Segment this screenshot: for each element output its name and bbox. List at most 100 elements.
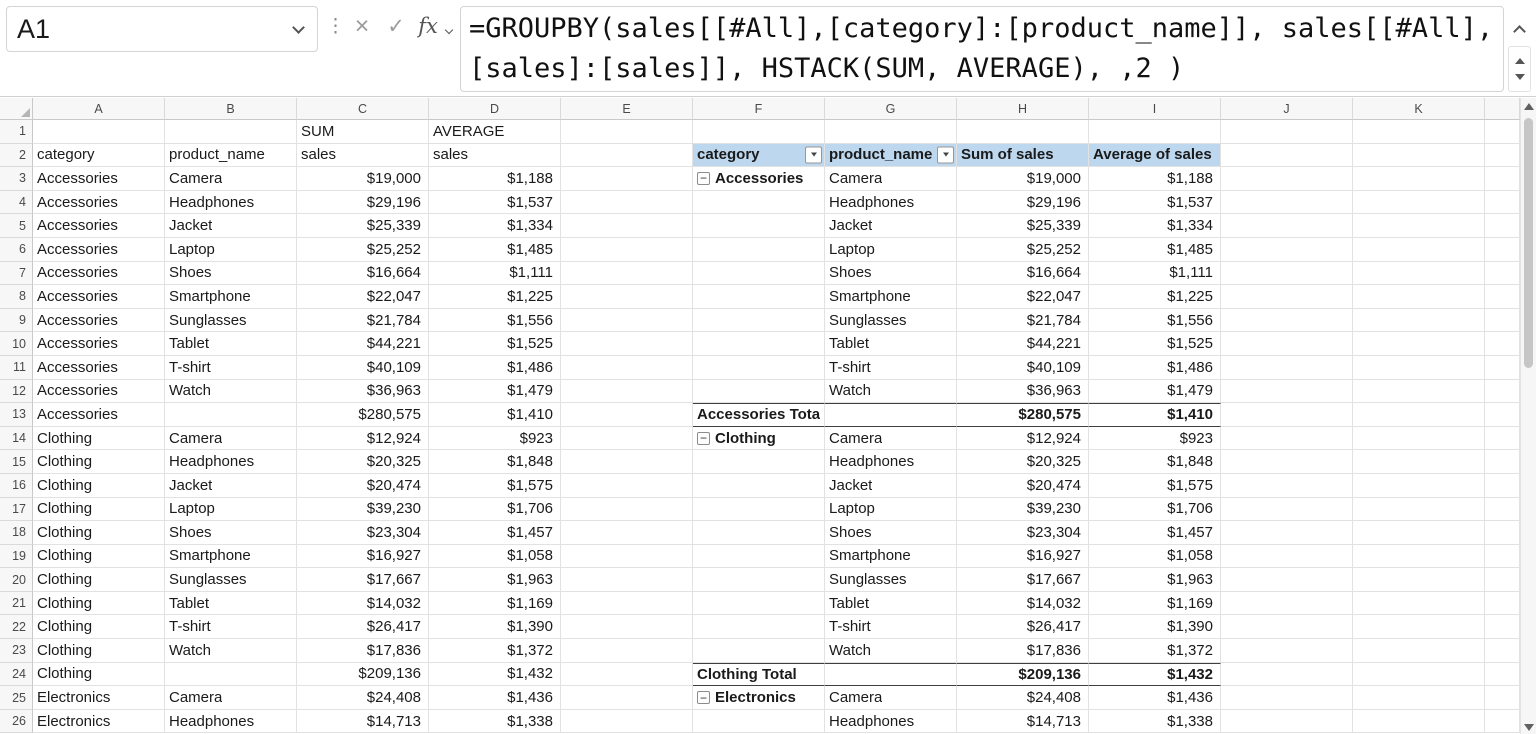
cell-D19[interactable]: $1,058 — [429, 545, 561, 569]
cell-partial-4[interactable] — [1485, 191, 1520, 215]
cell-J14[interactable] — [1221, 427, 1353, 451]
cell-B22[interactable]: T-shirt — [165, 615, 297, 639]
cell-partial-8[interactable] — [1485, 285, 1520, 309]
cell-D22[interactable]: $1,390 — [429, 615, 561, 639]
cell-J18[interactable] — [1221, 521, 1353, 545]
cell-E16[interactable] — [561, 474, 693, 498]
cell-B4[interactable]: Headphones — [165, 191, 297, 215]
cell-I2[interactable]: Average of sales — [1089, 144, 1221, 168]
cell-D17[interactable]: $1,706 — [429, 498, 561, 522]
cell-K5[interactable] — [1353, 214, 1485, 238]
cell-E23[interactable] — [561, 639, 693, 663]
column-header-K[interactable]: K — [1353, 98, 1485, 120]
column-header-E[interactable]: E — [561, 98, 693, 120]
cell-F14[interactable]: −Clothing — [693, 427, 825, 451]
cell-B18[interactable]: Shoes — [165, 521, 297, 545]
row-header-7[interactable]: 7 — [0, 262, 33, 286]
cell-K4[interactable] — [1353, 191, 1485, 215]
cell-H25[interactable]: $24,408 — [957, 686, 1089, 710]
cell-K14[interactable] — [1353, 427, 1485, 451]
cell-E25[interactable] — [561, 686, 693, 710]
cell-A24[interactable]: Clothing — [33, 663, 165, 687]
cell-A4[interactable]: Accessories — [33, 191, 165, 215]
cell-E5[interactable] — [561, 214, 693, 238]
cell-H23[interactable]: $17,836 — [957, 639, 1089, 663]
cell-C8[interactable]: $22,047 — [297, 285, 429, 309]
cell-D6[interactable]: $1,485 — [429, 238, 561, 262]
cell-G21[interactable]: Tablet — [825, 592, 957, 616]
cell-partial-21[interactable] — [1485, 592, 1520, 616]
cell-E4[interactable] — [561, 191, 693, 215]
cell-J22[interactable] — [1221, 615, 1353, 639]
scroll-up-icon[interactable] — [1515, 58, 1525, 64]
cell-partial-26[interactable] — [1485, 710, 1520, 734]
cell-D21[interactable]: $1,169 — [429, 592, 561, 616]
cell-I13[interactable]: $1,410 — [1089, 403, 1221, 427]
cell-partial-14[interactable] — [1485, 427, 1520, 451]
cell-E2[interactable] — [561, 144, 693, 168]
cell-F2[interactable]: category — [693, 144, 825, 168]
cell-K18[interactable] — [1353, 521, 1485, 545]
cancel-button[interactable]: × — [347, 10, 377, 42]
cell-B19[interactable]: Smartphone — [165, 545, 297, 569]
cell-C26[interactable]: $14,713 — [297, 710, 429, 734]
cell-J25[interactable] — [1221, 686, 1353, 710]
cell-C7[interactable]: $16,664 — [297, 262, 429, 286]
cell-K17[interactable] — [1353, 498, 1485, 522]
cell-H24[interactable]: $209,136 — [957, 663, 1089, 687]
select-all-button[interactable] — [0, 98, 33, 120]
cell-D4[interactable]: $1,537 — [429, 191, 561, 215]
cell-E18[interactable] — [561, 521, 693, 545]
cell-E19[interactable] — [561, 545, 693, 569]
cell-B9[interactable]: Sunglasses — [165, 309, 297, 333]
cell-B6[interactable]: Laptop — [165, 238, 297, 262]
name-box-dropdown-icon[interactable] — [292, 21, 305, 34]
cell-A11[interactable]: Accessories — [33, 356, 165, 380]
row-header-15[interactable]: 15 — [0, 450, 33, 474]
cell-G12[interactable]: Watch — [825, 380, 957, 404]
column-header-G[interactable]: G — [825, 98, 957, 120]
cell-G14[interactable]: Camera — [825, 427, 957, 451]
cell-I6[interactable]: $1,485 — [1089, 238, 1221, 262]
insert-function-dropdown-icon[interactable] — [445, 26, 453, 34]
cell-A15[interactable]: Clothing — [33, 450, 165, 474]
cell-F24[interactable]: Clothing Total — [693, 663, 825, 687]
cell-G3[interactable]: Camera — [825, 167, 957, 191]
cell-D7[interactable]: $1,111 — [429, 262, 561, 286]
cell-K6[interactable] — [1353, 238, 1485, 262]
cell-F3[interactable]: −Accessories — [693, 167, 825, 191]
formula-input[interactable]: =GROUPBY(sales[[#All],[category]:[produc… — [460, 6, 1504, 92]
cell-partial-6[interactable] — [1485, 238, 1520, 262]
cell-G1[interactable] — [825, 120, 957, 144]
cell-B20[interactable]: Sunglasses — [165, 568, 297, 592]
cell-C1[interactable]: SUM — [297, 120, 429, 144]
cell-F7[interactable] — [693, 262, 825, 286]
cell-partial-3[interactable] — [1485, 167, 1520, 191]
cell-F21[interactable] — [693, 592, 825, 616]
cell-I23[interactable]: $1,372 — [1089, 639, 1221, 663]
column-header-I[interactable]: I — [1089, 98, 1221, 120]
cell-E12[interactable] — [561, 380, 693, 404]
cell-J12[interactable] — [1221, 380, 1353, 404]
cell-J17[interactable] — [1221, 498, 1353, 522]
cell-F15[interactable] — [693, 450, 825, 474]
cell-I3[interactable]: $1,188 — [1089, 167, 1221, 191]
cell-H15[interactable]: $20,325 — [957, 450, 1089, 474]
cell-B23[interactable]: Watch — [165, 639, 297, 663]
cell-F10[interactable] — [693, 332, 825, 356]
cell-B17[interactable]: Laptop — [165, 498, 297, 522]
row-header-25[interactable]: 25 — [0, 686, 33, 710]
cell-G15[interactable]: Headphones — [825, 450, 957, 474]
cell-C12[interactable]: $36,963 — [297, 380, 429, 404]
cell-E6[interactable] — [561, 238, 693, 262]
cell-A13[interactable]: Accessories — [33, 403, 165, 427]
cell-B13[interactable] — [165, 403, 297, 427]
cell-J10[interactable] — [1221, 332, 1353, 356]
cell-B11[interactable]: T-shirt — [165, 356, 297, 380]
cell-K10[interactable] — [1353, 332, 1485, 356]
cell-G19[interactable]: Smartphone — [825, 545, 957, 569]
cell-H12[interactable]: $36,963 — [957, 380, 1089, 404]
cell-F13[interactable]: Accessories Total — [693, 403, 825, 427]
cell-A3[interactable]: Accessories — [33, 167, 165, 191]
cell-E1[interactable] — [561, 120, 693, 144]
